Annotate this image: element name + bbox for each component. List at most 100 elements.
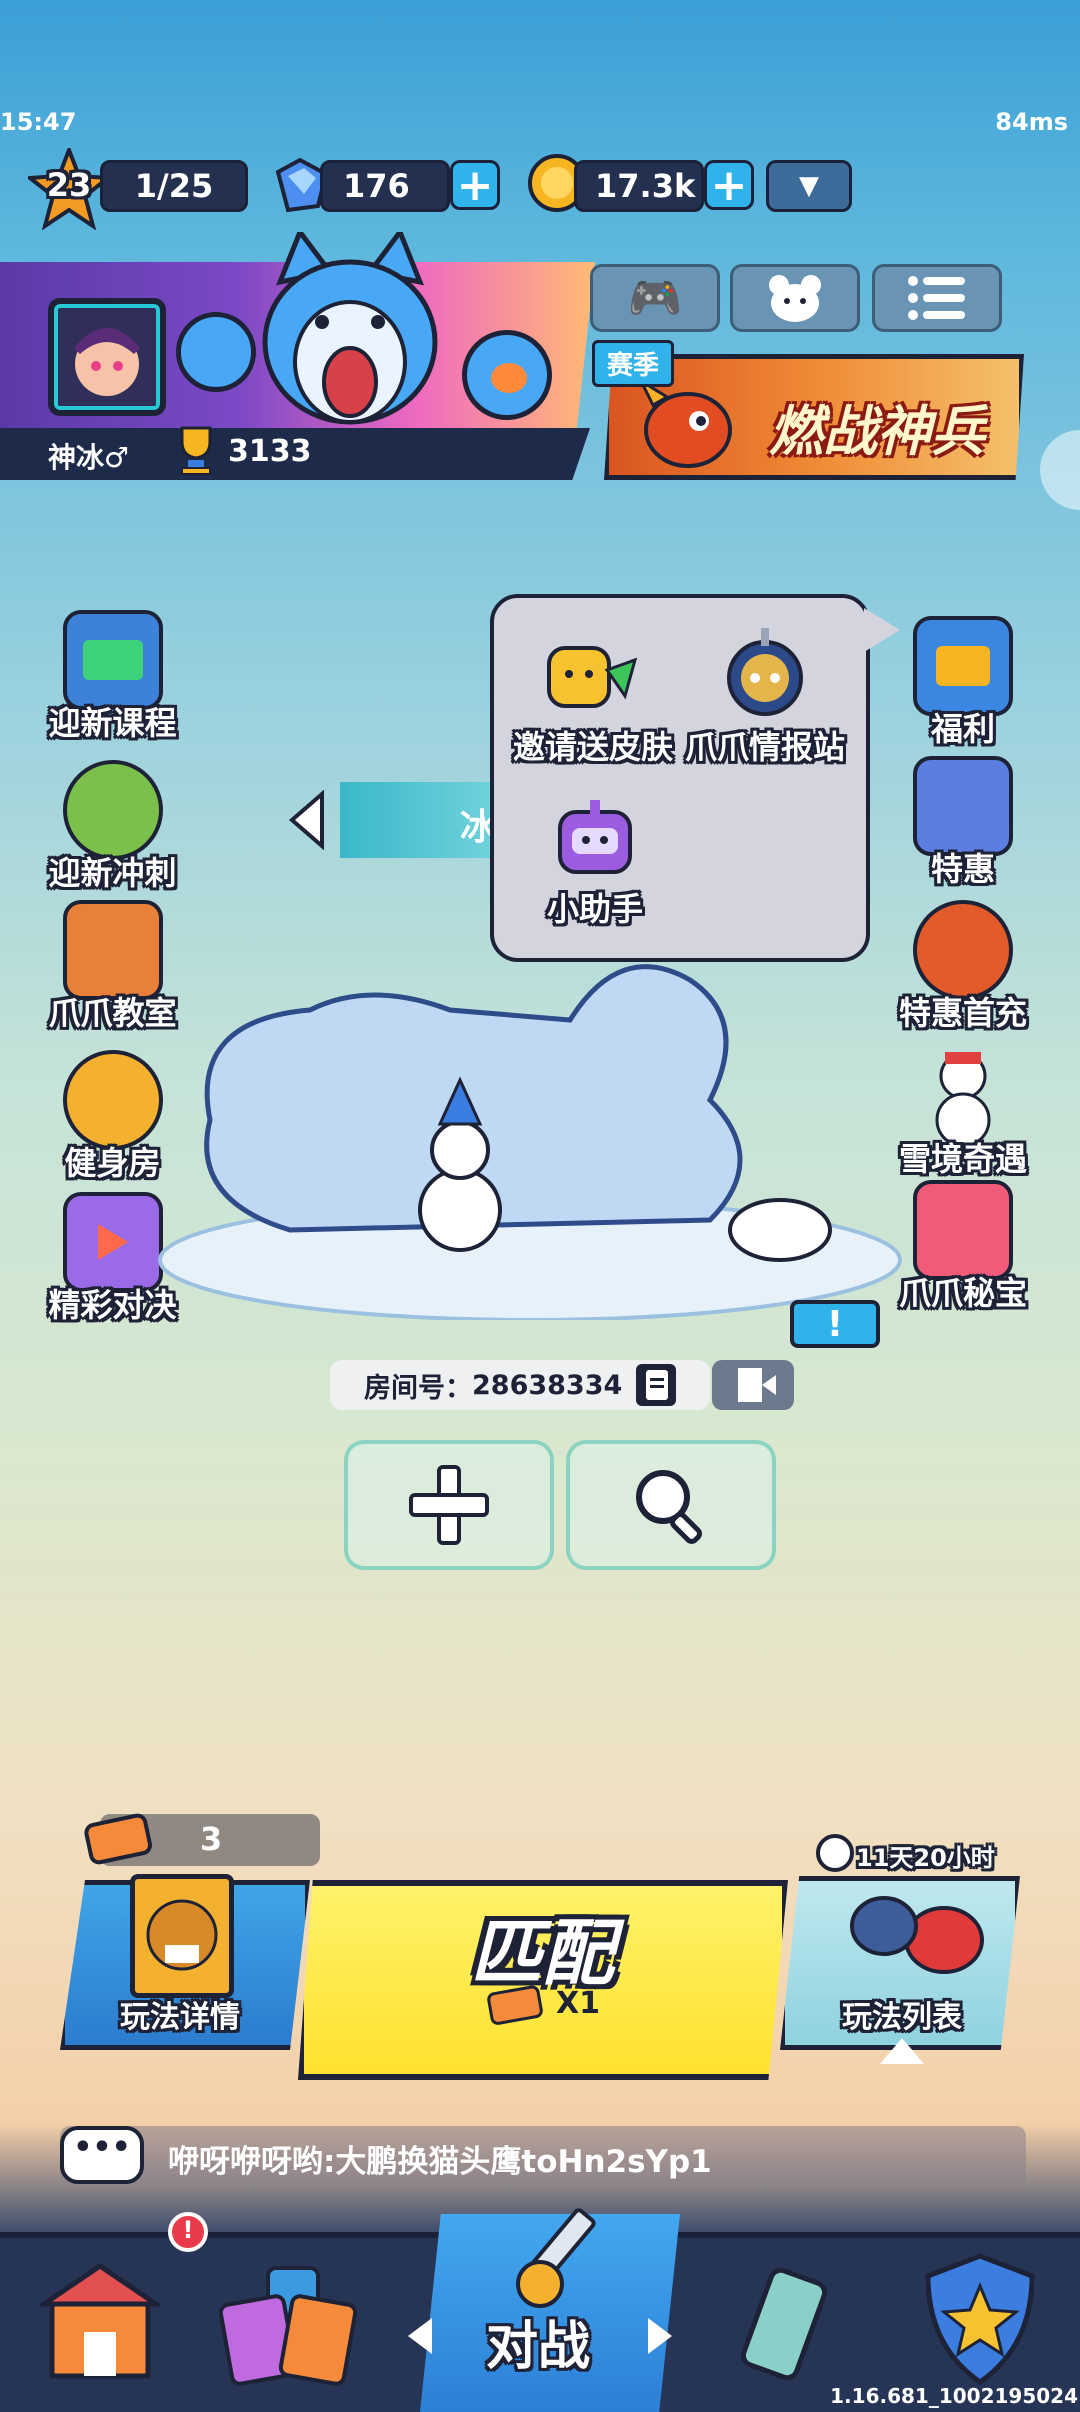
mode-banner-prev-button[interactable] [288, 789, 328, 851]
side-collapse-handle[interactable] [1040, 430, 1080, 510]
search-room-button[interactable] [566, 1440, 776, 1570]
match-ticket-icon [486, 1982, 546, 2028]
add-coins-button[interactable]: + [704, 160, 754, 211]
nav-battle-label: 对战 [486, 2317, 591, 2377]
season-progress[interactable]: 1/25 [100, 160, 248, 212]
snowman-icon [913, 1046, 1013, 1146]
notification-badge: ! [168, 2212, 208, 2252]
popup-label: 邀请送皮肤 [512, 728, 673, 766]
exclamation-icon: ! [826, 1304, 844, 1345]
menu-first-recharge[interactable]: 特惠首充 [888, 900, 1038, 1034]
gym-icon [62, 1050, 163, 1150]
menu-welfare[interactable]: 福利 [888, 616, 1038, 750]
popup-invite-skin[interactable]: 邀请送皮肤 [508, 640, 678, 768]
expand-dropdown-button[interactable]: ▼ [766, 160, 852, 212]
mode-list-label: 玩法列表 [842, 2000, 962, 2035]
exit-door-icon [738, 1368, 776, 1402]
fox-icon [913, 900, 1013, 1000]
clock-icon [816, 1834, 854, 1872]
mode-portrait [130, 1874, 234, 1998]
search-icon [636, 1470, 702, 1544]
shirt-icon [913, 1180, 1013, 1280]
menu-newbie-course[interactable]: 迎新课程 [30, 610, 195, 744]
chat-message: 咿呀咿呀哟:大鹏换猫头鹰toHn2sYp1 [168, 2144, 712, 2180]
ping-indicator: 84ms [995, 108, 1068, 136]
popup-label: 爪爪情报站 [684, 728, 845, 766]
coin-counter: 17.3k [574, 160, 704, 212]
menu-deals[interactable]: 特惠 [888, 756, 1038, 890]
left-paw [176, 312, 256, 392]
version-text: 1.16.681_1002195024 [830, 2384, 1078, 2408]
popup-intel-station[interactable]: 爪爪情报站 [680, 626, 850, 768]
coin-count: 17.3k [595, 167, 696, 205]
room-label: 房间号： [364, 1372, 472, 1404]
menu-label: 福利 [930, 710, 995, 748]
plus-icon [409, 1465, 489, 1545]
season-title: 燃战神兵 [769, 400, 985, 463]
invite-icon [547, 646, 638, 708]
ticket-count: 3 [200, 1820, 223, 1858]
nav-shop[interactable] [35, 2258, 165, 2388]
bear-icon [769, 275, 821, 322]
create-room-button[interactable] [344, 1440, 554, 1570]
gamepad-icon: 🎮 [627, 273, 683, 324]
nav-prev-icon [408, 2318, 432, 2354]
gem-counter: 176 [320, 160, 450, 212]
unicorn-scene [150, 897, 910, 1322]
copy-room-button[interactable] [636, 1364, 676, 1406]
exit-room-button[interactable] [712, 1360, 794, 1410]
season-tag: 赛季 [592, 340, 675, 387]
badge-text: ! [182, 2216, 194, 2244]
video-icon [62, 1192, 163, 1292]
calendar-icon [62, 610, 163, 710]
nav-cards[interactable] [218, 2260, 358, 2390]
cards-icon [218, 2266, 358, 2386]
shop-icon [35, 2262, 165, 2379]
season-progress-text: 1/25 [134, 167, 214, 205]
right-paw [462, 330, 552, 420]
menu-label: 特惠首充 [898, 994, 1027, 1032]
deal-icon [913, 756, 1013, 856]
gem-count: 176 [343, 167, 410, 205]
avatar[interactable] [48, 298, 166, 416]
add-gems-button[interactable]: + [450, 160, 500, 211]
menu-treasure[interactable]: 爪爪秘宝 [888, 1180, 1038, 1314]
chevron-left-icon [288, 789, 324, 851]
sword-icon [470, 2208, 630, 2318]
nav-battery[interactable] [720, 2254, 850, 2394]
menu-snow-adventure[interactable]: 雪境奇遇 [888, 1046, 1038, 1180]
menu-label: 特惠 [930, 850, 995, 888]
chat-icon: ••• [60, 2126, 144, 2184]
battery-icon [740, 2267, 828, 2381]
menu-tab[interactable] [872, 264, 1002, 332]
classroom-icon [62, 900, 163, 1000]
mode-list-timer: 11天20小时 [856, 1844, 995, 1872]
cat-mascot [250, 226, 450, 432]
status-time: 15:47 [0, 108, 77, 136]
menu-label: 雪境奇遇 [898, 1140, 1027, 1178]
level-badge[interactable]: 23 [24, 144, 114, 231]
nav-next-icon [648, 2318, 672, 2354]
player-name: 神冰♂ [48, 441, 130, 474]
controller-tab[interactable]: 🎮 [590, 264, 720, 332]
list-icon [908, 276, 965, 320]
dragon-icon [633, 375, 743, 475]
mode-detail-label: 玩法详情 [120, 2000, 240, 2035]
boxing-glove-icon [840, 1880, 990, 1990]
level-number: 23 [46, 166, 92, 204]
popup-label: 小助手 [546, 890, 643, 928]
friends-tab[interactable] [730, 264, 860, 332]
match-cost: X1 [556, 1986, 601, 2021]
popup-assistant[interactable]: 小助手 [520, 800, 670, 930]
chevron-down-icon: ▼ [799, 171, 819, 201]
shield-star-icon [925, 2253, 1035, 2386]
room-number: 28638334 [472, 1369, 623, 1401]
menu-newbie-sprint[interactable]: 迎新冲刺 [30, 760, 195, 894]
copy-icon [646, 1370, 668, 1400]
notice-button[interactable]: ! [790, 1300, 880, 1348]
chevron-up-icon [880, 2038, 924, 2064]
sprint-icon [62, 760, 163, 860]
menu-label: 迎新课程 [48, 704, 177, 742]
trophy-icon [172, 424, 220, 476]
nav-rank[interactable] [920, 2250, 1040, 2390]
